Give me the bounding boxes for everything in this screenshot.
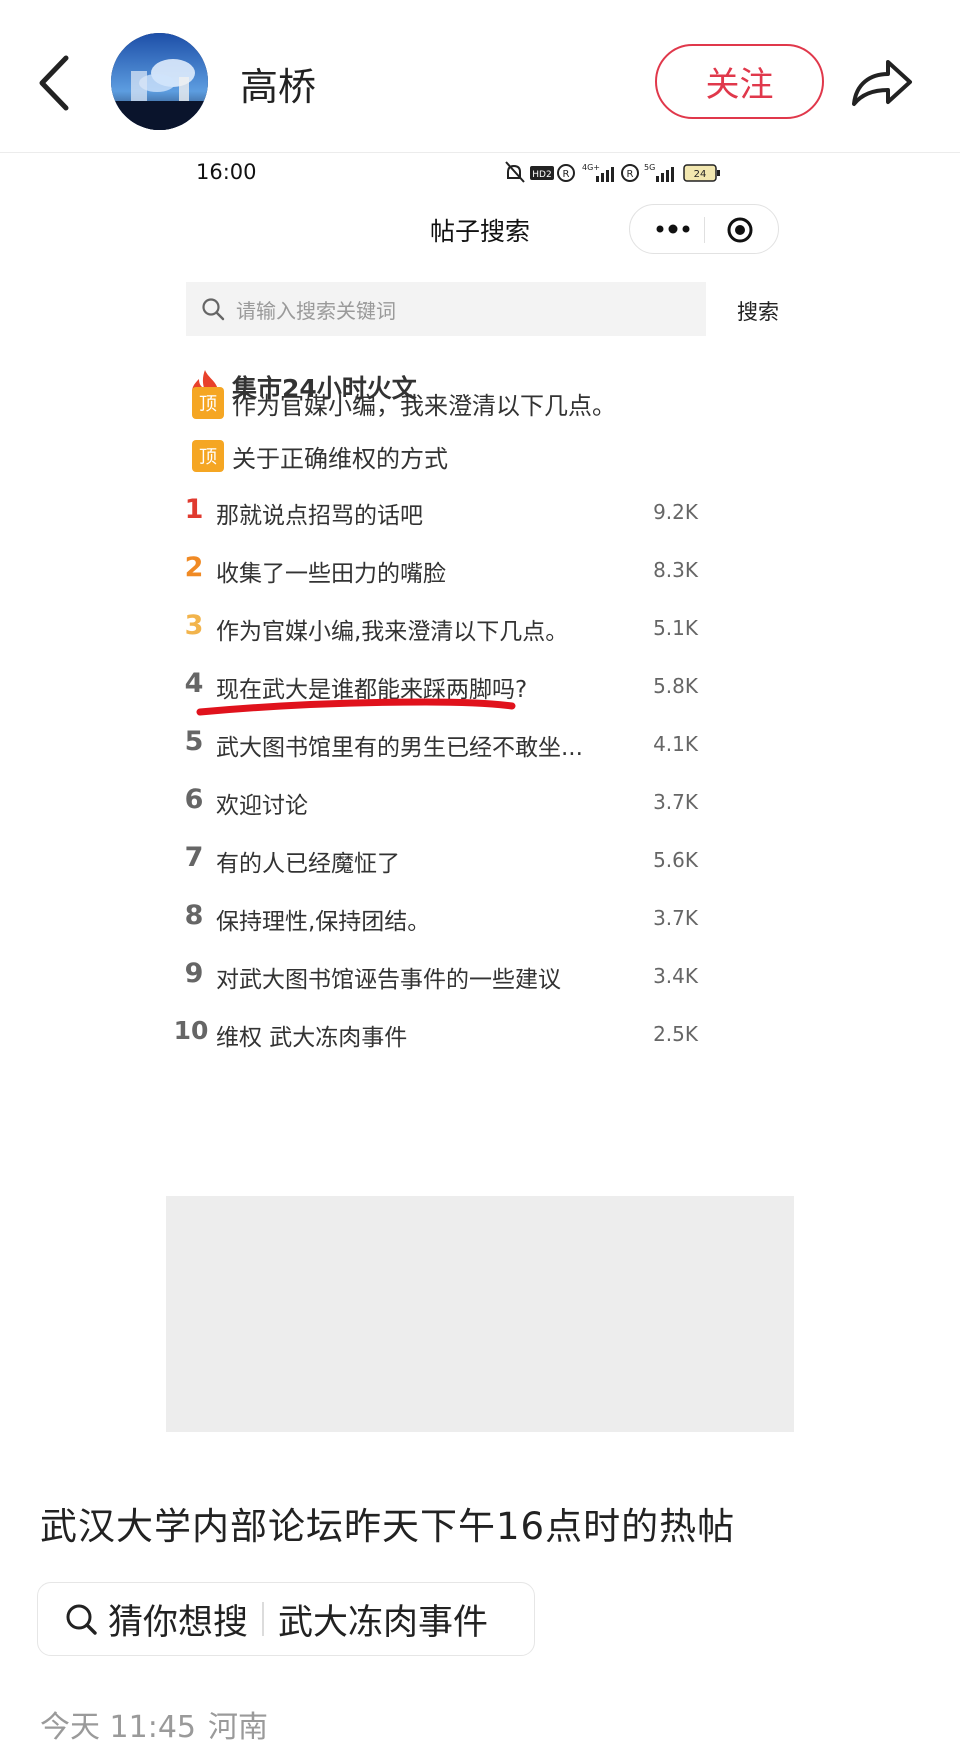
pinned-title: 作为官媒小编，我来澄清以下几点。 — [232, 391, 616, 420]
ranking-view-count: 5.6K — [653, 848, 698, 872]
more-icon[interactable] — [648, 212, 698, 246]
search-icon — [202, 298, 225, 321]
status-time: 16:00 — [196, 160, 257, 184]
status-bar: 16:00 HD2 R 4G+ R 5G 24 — [166, 154, 794, 198]
svg-text:R: R — [563, 169, 570, 180]
share-icon[interactable] — [848, 50, 916, 112]
search-icon — [66, 1604, 97, 1635]
ranking-title: 那就说点招骂的话吧 — [216, 503, 423, 529]
ranking-view-count: 5.1K — [653, 616, 698, 640]
ranking-number: 6 — [184, 784, 204, 815]
post-caption: 武汉大学内部论坛昨天下午16点时的热帖 — [40, 1505, 736, 1548]
post-image[interactable]: 16:00 HD2 R 4G+ R 5G 24 帖子搜索 请输入搜索关键词 搜索… — [166, 154, 794, 1434]
ranking-number: 8 — [184, 900, 204, 931]
ranking-title: 作为官媒小编,我来澄清以下几点。 — [216, 619, 569, 645]
pinned-badge: 顶 — [192, 387, 224, 419]
ranking-view-count: 3.4K — [653, 964, 698, 988]
search-placeholder: 请输入搜索关键词 — [236, 298, 396, 323]
ranking-number: 9 — [184, 958, 204, 989]
hd-label: HD2 — [532, 170, 551, 180]
ranking-item[interactable]: 5 武大图书馆里有的男生已经不敢坐... 4.1K — [166, 722, 794, 768]
ranking-title: 保持理性,保持团结。 — [216, 909, 431, 935]
image-blank-area — [166, 1196, 794, 1432]
ranking-view-count: 2.5K — [653, 1022, 698, 1046]
ranking-title: 维权 武大冻肉事件 — [216, 1025, 408, 1051]
follow-button[interactable]: 关注 — [655, 44, 824, 119]
ranking-view-count: 3.7K — [653, 790, 698, 814]
ranking-number: 3 — [184, 610, 204, 641]
avatar[interactable] — [111, 33, 208, 130]
post-meta: 今天 11:45 河南 — [40, 1702, 280, 1745]
ranking-item[interactable]: 3 作为官媒小编,我来澄清以下几点。 5.1K — [166, 606, 794, 652]
ranking-number: 7 — [184, 842, 204, 873]
search-input[interactable]: 请输入搜索关键词 — [186, 282, 706, 336]
ranking-item[interactable]: 1 那就说点招骂的话吧 9.2K — [166, 490, 794, 536]
battery-level: 24 — [694, 169, 707, 180]
ranking-title: 对武大图书馆诬告事件的一些建议 — [216, 967, 561, 993]
pinned-badge: 顶 — [192, 440, 224, 472]
network-4g-label: 4G+ — [582, 163, 600, 172]
post-time: 今天 11:45 — [40, 1710, 196, 1745]
mini-program-capsule — [629, 204, 779, 254]
pinned-post[interactable]: 顶 作为官媒小编，我来澄清以下几点。 — [192, 385, 616, 421]
ranking-item[interactable]: 7 有的人已经魔怔了 5.6K — [166, 838, 794, 884]
status-icons: HD2 R 4G+ R 5G 24 — [505, 161, 720, 183]
username[interactable]: 高桥 — [240, 56, 316, 111]
pinned-title: 关于正确维权的方式 — [232, 444, 448, 473]
ranking-item[interactable]: 9 对武大图书馆诬告事件的一些建议 3.4K — [166, 954, 794, 1000]
ranking-title: 武大图书馆里有的男生已经不敢坐... — [216, 735, 583, 761]
capsule-divider — [704, 217, 705, 243]
red-underline-annotation — [196, 698, 516, 716]
back-arrow-icon[interactable] — [32, 50, 80, 116]
pinned-post[interactable]: 顶 关于正确维权的方式 — [192, 438, 448, 474]
ranking-view-count: 5.8K — [653, 674, 698, 698]
ranking-view-count: 3.7K — [653, 906, 698, 930]
related-search-keyword[interactable]: 武大冻肉事件 — [278, 1594, 488, 1645]
post-location: 河南 — [208, 1710, 268, 1745]
ranking-item[interactable]: 8 保持理性,保持团结。 3.7K — [166, 896, 794, 942]
close-mini-program-icon[interactable] — [720, 213, 760, 247]
ranking-number: 1 — [184, 494, 204, 525]
ranking-item[interactable]: 10 维权 武大冻肉事件 2.5K — [166, 1012, 794, 1058]
ranking-view-count: 4.1K — [653, 732, 698, 756]
search-button[interactable]: 搜索 — [737, 296, 779, 326]
pill-divider — [262, 1602, 265, 1636]
ranking-number: 5 — [184, 726, 204, 757]
ranking-title: 收集了一些田力的嘴脸 — [216, 561, 446, 587]
ranking-title: 有的人已经魔怔了 — [216, 851, 400, 877]
top-app-bar: 高桥 关注 — [0, 0, 960, 153]
ranking-item[interactable]: 2 收集了一些田力的嘴脸 8.3K — [166, 548, 794, 594]
network-5g-label: 5G — [644, 163, 655, 172]
ranking-number: 2 — [184, 552, 204, 583]
svg-text:R: R — [627, 169, 634, 180]
ranking-view-count: 8.3K — [653, 558, 698, 582]
ranking-title: 欢迎讨论 — [216, 793, 308, 819]
related-search-pill[interactable]: 猜你想搜 武大冻肉事件 — [37, 1582, 535, 1656]
related-search-label: 猜你想搜 — [108, 1602, 249, 1643]
ranking-view-count: 9.2K — [653, 500, 698, 524]
ranking-number: 10 — [173, 1016, 209, 1045]
ranking-item[interactable]: 6 欢迎讨论 3.7K — [166, 780, 794, 826]
